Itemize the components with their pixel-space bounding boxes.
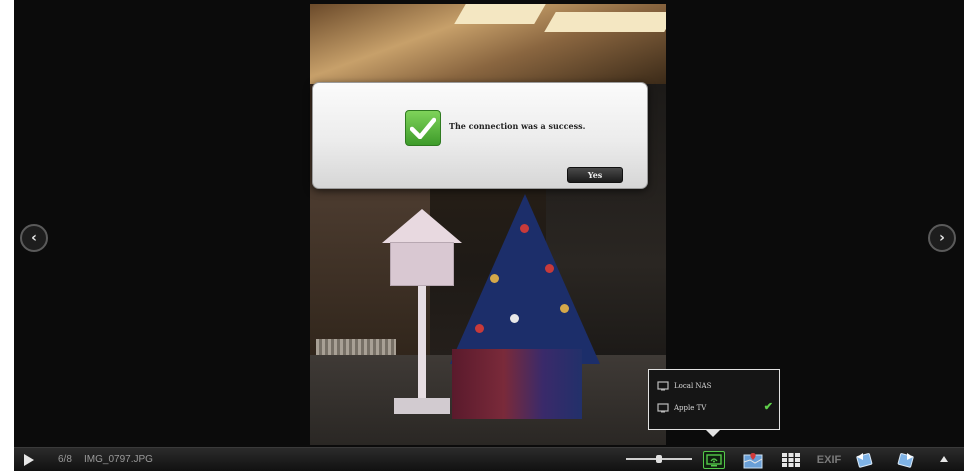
monitor-icon — [657, 403, 669, 413]
photo-mailbox-base — [394, 398, 450, 414]
stream-to-device-button[interactable] — [703, 451, 725, 469]
photo-ceiling-light — [544, 12, 666, 32]
device-label: Apple TV — [674, 404, 707, 412]
photo-filename: IMG_0797.JPG — [84, 454, 153, 465]
yes-button[interactable]: Yes — [567, 167, 623, 183]
chevron-left-icon: ‹ — [31, 230, 37, 246]
bottom-toolbar: 6/8 IMG_0797.JPG EXIF — [14, 447, 964, 471]
monitor-icon — [657, 381, 669, 391]
photo-mailbox-post — [418, 286, 426, 401]
map-button[interactable] — [742, 451, 764, 469]
thumbnail-grid-button[interactable] — [780, 451, 802, 469]
photo-ornament — [475, 324, 484, 333]
rotate-left-button[interactable] — [854, 451, 876, 469]
photo-mailbox-roof — [382, 209, 462, 243]
photo-ceiling-light — [454, 4, 546, 24]
stream-to-device-icon — [706, 453, 722, 466]
chevron-up-icon[interactable] — [940, 456, 948, 462]
rotate-right-icon — [897, 453, 914, 468]
rotate-left-icon — [856, 453, 873, 468]
photo-viewer: ‹ › The connection was a success. Yes Lo… — [14, 0, 964, 471]
next-photo-button[interactable]: › — [928, 224, 956, 252]
selected-check-icon: ✔ — [763, 401, 773, 413]
photo-presents — [452, 349, 582, 419]
play-icon[interactable] — [24, 454, 34, 466]
photo-ornament — [510, 314, 519, 323]
zoom-slider[interactable] — [626, 455, 692, 463]
photo — [310, 4, 666, 445]
photo-ornament — [520, 224, 529, 233]
connection-dialog: The connection was a success. Yes — [312, 82, 648, 189]
map-icon — [743, 452, 763, 468]
photo-mailbox — [390, 242, 454, 286]
device-item-local-nas[interactable]: Local NAS — [657, 378, 773, 394]
exif-button[interactable]: EXIF — [814, 451, 844, 469]
photo-counter: 6/8 — [58, 454, 72, 465]
chevron-right-icon: › — [939, 230, 945, 246]
photo-ornament — [490, 274, 499, 283]
thumbnail-grid-icon — [782, 453, 800, 467]
device-label: Local NAS — [674, 382, 712, 390]
device-item-apple-tv[interactable]: Apple TV — [657, 400, 773, 416]
stream-device-popup: Local NAS Apple TV ✔ — [648, 369, 780, 437]
photo-christmas-tree — [450, 194, 600, 364]
photo-ornament — [560, 304, 569, 313]
zoom-slider-thumb[interactable] — [656, 455, 662, 463]
photo-ornament — [545, 264, 554, 273]
previous-photo-button[interactable]: ‹ — [20, 224, 48, 252]
checkmark-icon — [405, 110, 441, 146]
dialog-message: The connection was a success. — [449, 121, 586, 131]
rotate-right-button[interactable] — [894, 451, 916, 469]
